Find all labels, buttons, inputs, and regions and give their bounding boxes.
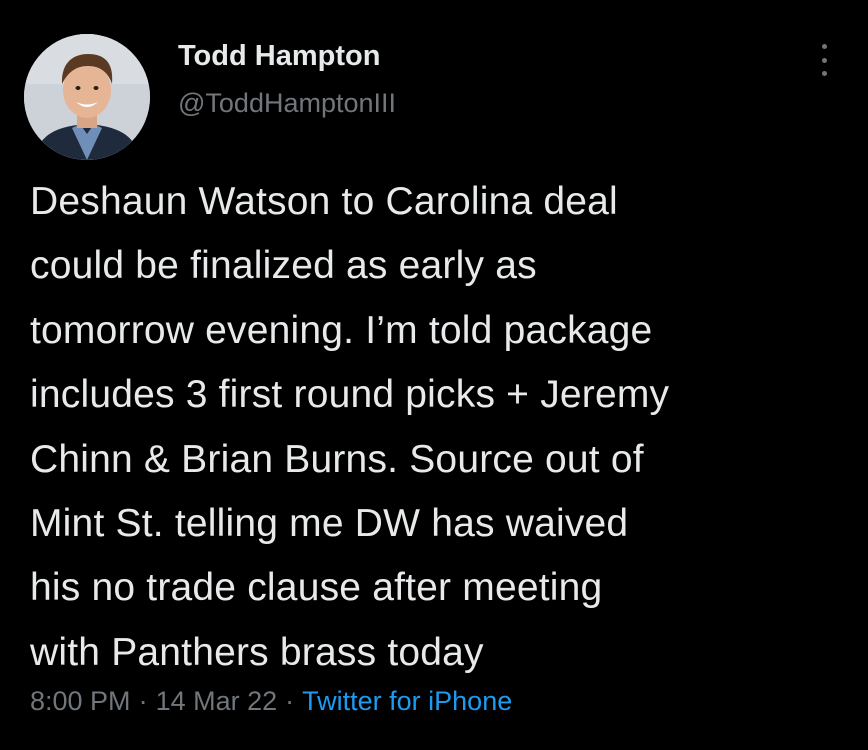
tweet-date[interactable]: 14 Mar 22 <box>156 686 278 716</box>
menu-dot <box>821 71 827 76</box>
tweet-source-link[interactable]: Twitter for iPhone <box>302 686 512 716</box>
tweet-time[interactable]: 8:00 PM <box>30 686 131 716</box>
menu-dot <box>821 44 827 49</box>
tweet-card: Todd Hampton @ToddHamptonIII Deshaun Wat… <box>0 0 868 750</box>
avatar[interactable] <box>24 34 150 160</box>
avatar-photo <box>24 34 150 160</box>
menu-dot <box>821 57 827 63</box>
tweet-metadata: 8:00 PM · 14 Mar 22 · Twitter for iPhone <box>30 686 512 717</box>
more-vertical-icon[interactable] <box>810 42 838 78</box>
separator: · <box>138 686 148 716</box>
tweet-text: Deshaun Watson to Carolina deal could be… <box>30 180 670 674</box>
author-name[interactable]: Todd Hampton <box>178 40 380 73</box>
author-handle[interactable]: @ToddHamptonIII <box>178 88 396 119</box>
separator: · <box>285 686 295 716</box>
